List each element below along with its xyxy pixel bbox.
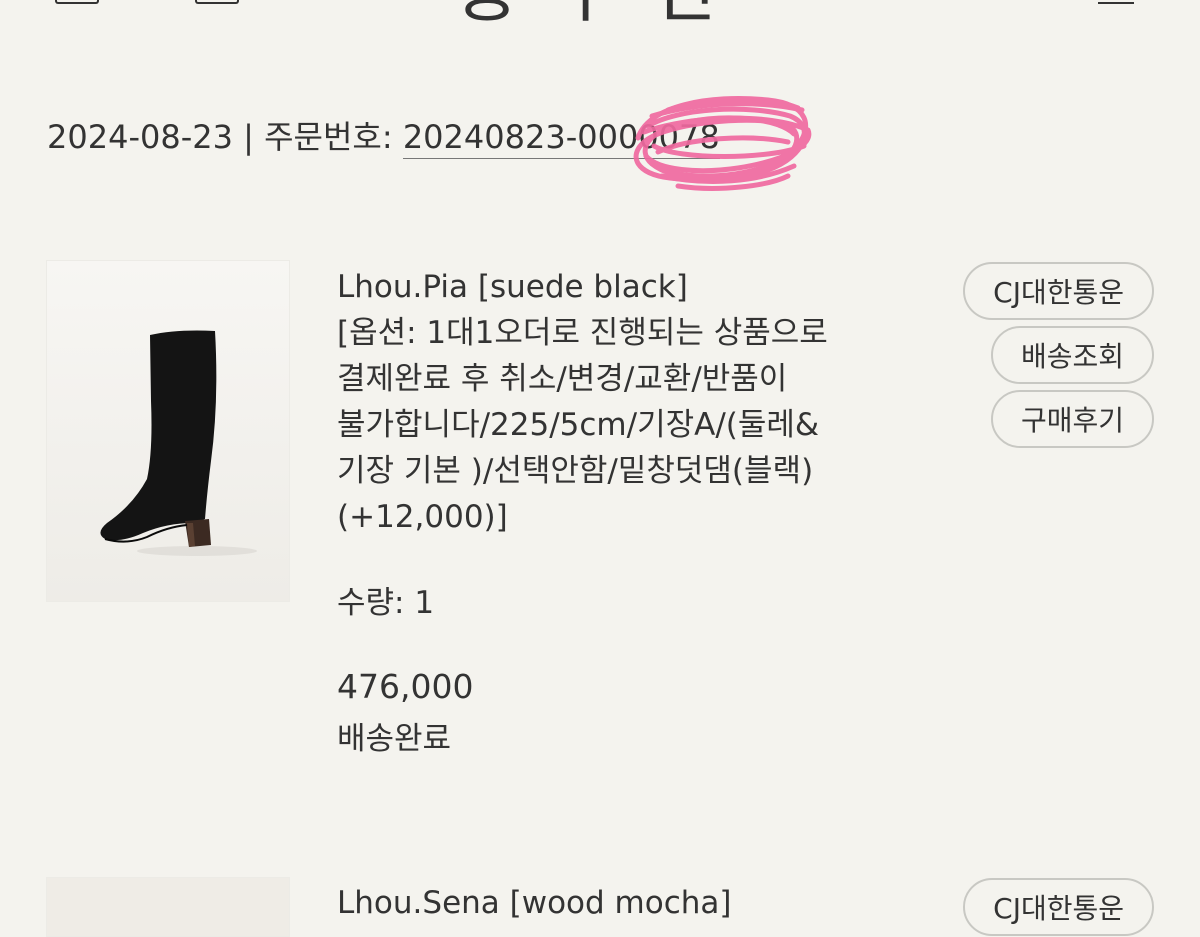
carrier-button[interactable]: CJ대한통운: [963, 878, 1154, 936]
order-separator: |: [243, 118, 254, 156]
product-info: Lhou.Sena [wood mocha]: [337, 880, 877, 926]
product-option: [옵션: 1대1오더로 진행되는 상품으로 결제완료 후 취소/변경/교환/반품…: [337, 315, 828, 535]
product-info: Lhou.Pia [suede black] [옵션: 1대1오더로 진행되는 …: [337, 264, 877, 762]
box-icon[interactable]: [55, 0, 99, 4]
boot-image: [47, 261, 289, 601]
carrier-button[interactable]: CJ대한통운: [963, 262, 1154, 320]
write-review-button[interactable]: 구매후기: [990, 390, 1154, 448]
header-left-icons: [55, 0, 239, 4]
track-delivery-button[interactable]: 배송조회: [990, 326, 1154, 384]
order-number-label: 주문번호:: [264, 118, 393, 156]
redaction-scribble: [633, 96, 812, 191]
menu-icon[interactable]: [1098, 0, 1134, 4]
product-quantity: 수량: 1: [337, 585, 435, 621]
order-date: 2024-08-23: [47, 118, 233, 156]
product-thumbnail: [47, 878, 289, 936]
product-price: 476,000: [337, 667, 474, 706]
product-actions: CJ대한통운: [963, 878, 1154, 936]
box-icon[interactable]: [195, 0, 239, 4]
product-image[interactable]: [46, 877, 290, 937]
delivery-status: 배송완료: [337, 721, 452, 757]
product-actions: CJ대한통운 배송조회 구매후기: [963, 262, 1154, 448]
product-name[interactable]: Lhou.Pia [suede black]: [337, 264, 877, 310]
product-name[interactable]: Lhou.Sena [wood mocha]: [337, 880, 877, 926]
page-title: 송 수 신: [455, 0, 723, 26]
product-image[interactable]: [46, 260, 290, 602]
